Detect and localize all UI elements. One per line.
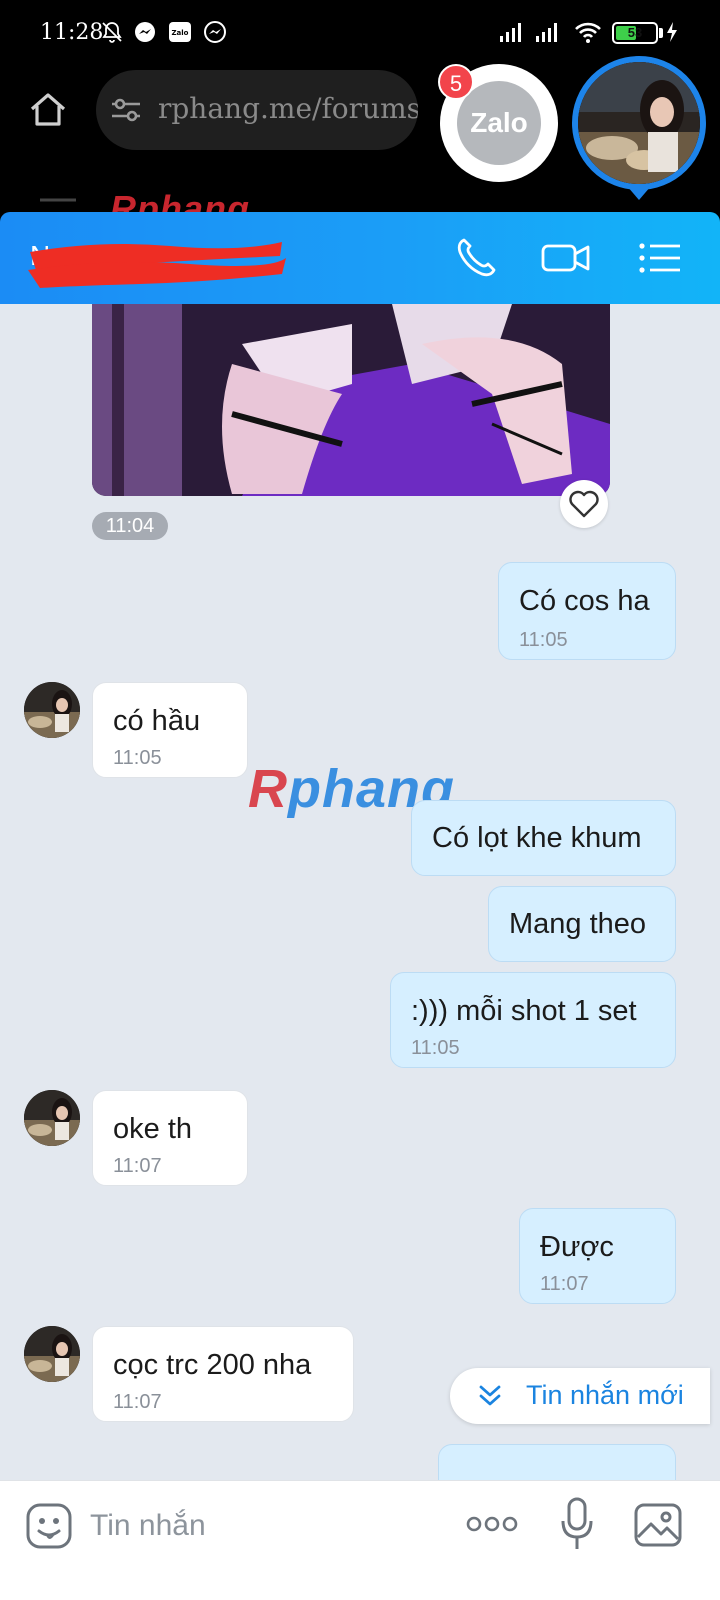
bell-off-icon — [102, 22, 122, 43]
outgoing-message[interactable]: Mang theo — [488, 886, 676, 962]
messenger-icon — [204, 21, 226, 43]
avatar-photo — [24, 1090, 80, 1146]
new-messages-button[interactable]: Tin nhắn mới — [450, 1368, 710, 1424]
contact-avatar[interactable] — [24, 1090, 80, 1146]
status-time: 11:28 — [40, 20, 104, 45]
messenger-icon — [135, 22, 155, 42]
image-gallery-icon[interactable] — [632, 1499, 684, 1551]
signal-icon — [500, 23, 521, 42]
message-time: 11:07 — [113, 1155, 162, 1177]
more-options-icon[interactable] — [464, 1509, 520, 1539]
incoming-message[interactable]: có hầu 11:05 — [92, 682, 248, 778]
contact-avatar[interactable] — [24, 682, 80, 738]
address-bar[interactable]: rphang.me/forums — [96, 70, 418, 150]
message-time: 11:05 — [113, 747, 162, 769]
signal-icon — [536, 23, 557, 42]
redaction-scribble — [28, 242, 286, 288]
message-time: 11:07 — [113, 1391, 162, 1413]
message-text: Có lọt khe khum — [432, 822, 642, 854]
watermark-r: R — [248, 759, 288, 819]
message-text: Mang theo — [509, 908, 647, 940]
message-text: Có cos ha — [519, 585, 650, 617]
contact-photo — [578, 62, 700, 184]
avatar-photo — [24, 1326, 80, 1382]
zalo-app-icon: Zalo — [169, 22, 191, 42]
message-time: 11:05 — [411, 1037, 460, 1059]
video-call-icon[interactable] — [540, 234, 592, 282]
chat-head-pointer — [627, 186, 651, 200]
menu-icon[interactable] — [38, 194, 78, 214]
microphone-icon[interactable] — [560, 1495, 594, 1553]
battery-indicator: 53 — [612, 22, 658, 44]
message-time: 11:05 — [519, 629, 568, 651]
outgoing-message[interactable]: :))) mỗi shot 1 set 11:05 — [390, 972, 676, 1068]
new-messages-label: Tin nhắn mới — [526, 1380, 684, 1410]
avatar-photo — [24, 682, 80, 738]
composer-bar — [0, 1480, 720, 1600]
phone-call-icon[interactable] — [452, 234, 500, 282]
double-chevron-down-icon — [479, 1385, 501, 1406]
image-message[interactable] — [92, 304, 610, 496]
battery-level: 53 — [627, 25, 643, 40]
outgoing-message[interactable]: Được 11:07 — [519, 1208, 676, 1304]
image-timestamp: 11:04 — [92, 512, 168, 540]
home-icon[interactable] — [26, 88, 70, 132]
sticker-emoji-icon[interactable] — [24, 1501, 74, 1551]
url-text: rphang.me/forums — [158, 92, 418, 125]
react-heart-button[interactable] — [560, 480, 608, 528]
battery-tip — [659, 28, 663, 38]
chat-head-avatar[interactable] — [572, 56, 706, 190]
svg-text:Zalo: Zalo — [171, 29, 188, 37]
heart-icon — [569, 490, 599, 518]
zalo-unread-badge: 5 — [438, 64, 474, 100]
message-text: oke th — [113, 1113, 192, 1145]
message-text: Được — [540, 1231, 614, 1263]
message-text: :))) mỗi shot 1 set — [411, 995, 637, 1027]
incoming-message[interactable]: cọc trc 200 nha 11:07 — [92, 1326, 354, 1422]
chat-header: N — [0, 212, 720, 304]
charging-icon — [667, 22, 677, 42]
message-input[interactable] — [90, 1501, 440, 1551]
photo-thumbnail — [92, 304, 610, 496]
message-list[interactable]: 11:04 Có cos ha 11:05 có hầu 11:05 Rphan… — [0, 304, 720, 1480]
outgoing-message-partial[interactable] — [438, 1444, 676, 1480]
incoming-message[interactable]: oke th 11:07 — [92, 1090, 248, 1186]
options-list-icon[interactable] — [636, 234, 684, 282]
outgoing-message[interactable]: Có lọt khe khum — [411, 800, 676, 876]
message-text: cọc trc 200 nha — [113, 1349, 312, 1381]
message-text: có hầu — [113, 705, 201, 737]
status-bar: 11:28 Zalo 53 — [0, 0, 720, 66]
message-time: 11:07 — [540, 1273, 589, 1295]
outgoing-message[interactable]: Có cos ha 11:05 — [498, 562, 676, 660]
wifi-icon — [575, 22, 601, 43]
contact-avatar[interactable] — [24, 1326, 80, 1382]
site-settings-icon[interactable] — [110, 96, 142, 124]
